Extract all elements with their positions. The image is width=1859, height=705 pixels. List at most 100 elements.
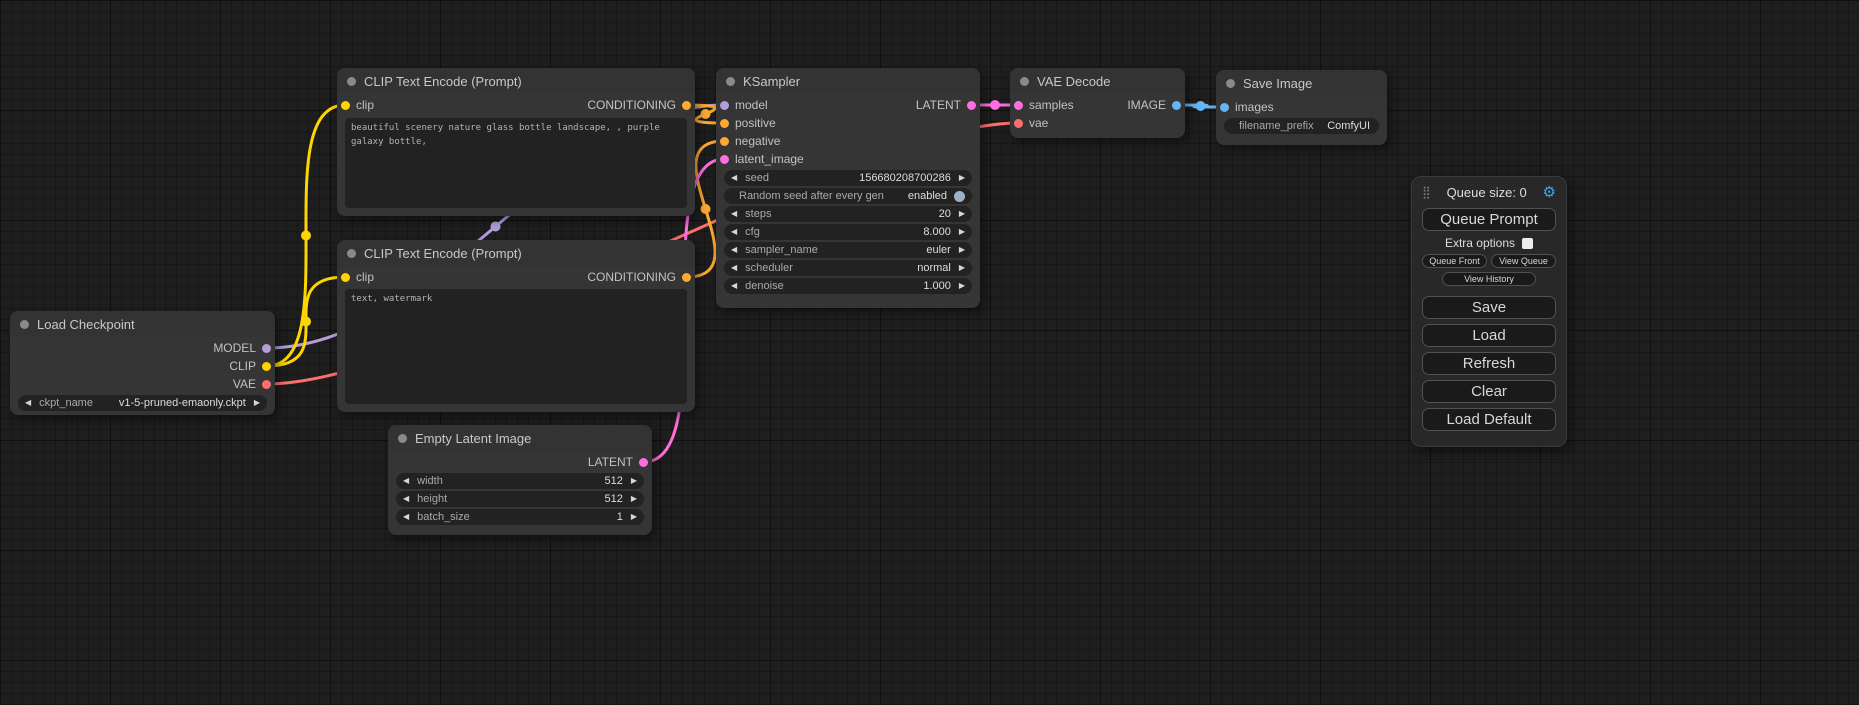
images-input-slot[interactable]: images bbox=[1216, 98, 1387, 116]
node-graph-canvas[interactable]: Load Checkpoint MODEL CLIP VAE ◀ ckpt bbox=[0, 0, 1859, 705]
node-title-bar[interactable]: VAE Decode bbox=[1010, 68, 1185, 94]
extra-options-checkbox[interactable] bbox=[1522, 238, 1533, 249]
node-title-bar[interactable]: Load Checkpoint bbox=[10, 311, 275, 337]
link-midpoint-dot[interactable] bbox=[1196, 101, 1206, 111]
model-output-slot[interactable]: MODEL bbox=[213, 339, 275, 357]
decrement-arrow-icon[interactable]: ◀ bbox=[403, 477, 409, 485]
increment-arrow-icon[interactable]: ▶ bbox=[959, 264, 965, 272]
clip-output-port[interactable] bbox=[262, 362, 271, 371]
increment-arrow-icon[interactable]: ▶ bbox=[631, 513, 637, 521]
conditioning-output-slot[interactable]: CONDITIONING bbox=[587, 96, 695, 114]
vae-output-slot[interactable]: VAE bbox=[233, 375, 275, 393]
node-save-image[interactable]: Save Image images filename_prefix ComfyU… bbox=[1216, 70, 1387, 145]
clip-input-port[interactable] bbox=[341, 273, 350, 282]
increment-arrow-icon[interactable]: ▶ bbox=[631, 477, 637, 485]
decrement-arrow-icon[interactable]: ◀ bbox=[731, 246, 737, 254]
images-input-port[interactable] bbox=[1220, 103, 1229, 112]
save-button[interactable]: Save bbox=[1422, 296, 1556, 319]
vae-input-slot[interactable]: vae bbox=[1010, 114, 1185, 132]
load-button[interactable]: Load bbox=[1422, 324, 1556, 347]
increment-arrow-icon[interactable]: ▶ bbox=[959, 210, 965, 218]
image-output-port[interactable] bbox=[1172, 101, 1181, 110]
node-title-bar[interactable]: KSampler bbox=[716, 68, 980, 94]
node-title-bar[interactable]: Save Image bbox=[1216, 70, 1387, 96]
clip-input-slot[interactable]: clip bbox=[337, 268, 374, 286]
increment-arrow-icon[interactable]: ▶ bbox=[959, 282, 965, 290]
positive-input-slot[interactable]: positive bbox=[716, 114, 804, 132]
drag-handle-icon[interactable]: ⣿ bbox=[1422, 185, 1431, 199]
image-output-slot[interactable]: IMAGE bbox=[1127, 96, 1185, 114]
decrement-arrow-icon[interactable]: ◀ bbox=[731, 210, 737, 218]
decrement-arrow-icon[interactable]: ◀ bbox=[25, 399, 31, 407]
negative-input-slot[interactable]: negative bbox=[716, 132, 804, 150]
ckpt-name-widget[interactable]: ◀ ckpt_name v1-5-pruned-emaonly.ckpt ▶ bbox=[18, 395, 267, 411]
node-ksampler[interactable]: KSampler model positive negative bbox=[716, 68, 980, 308]
latent-output-slot[interactable]: LATENT bbox=[588, 453, 652, 471]
increment-arrow-icon[interactable]: ▶ bbox=[254, 399, 260, 407]
random-seed-toggle[interactable]: Random seed after every gen enabled bbox=[724, 188, 972, 204]
sampler-name-widget[interactable]: ◀ sampler_name euler ▶ bbox=[724, 242, 972, 258]
filename-prefix-widget[interactable]: filename_prefix ComfyUI bbox=[1224, 118, 1379, 134]
link-midpoint-dot[interactable] bbox=[301, 231, 311, 241]
queue-prompt-button[interactable]: Queue Prompt bbox=[1422, 208, 1556, 231]
decrement-arrow-icon[interactable]: ◀ bbox=[403, 513, 409, 521]
node-clip-text-encode-positive[interactable]: CLIP Text Encode (Prompt) clip CONDITION… bbox=[337, 68, 695, 216]
increment-arrow-icon[interactable]: ▶ bbox=[959, 228, 965, 236]
negative-input-port[interactable] bbox=[720, 137, 729, 146]
conditioning-output-port[interactable] bbox=[682, 101, 691, 110]
model-output-port[interactable] bbox=[262, 344, 271, 353]
increment-arrow-icon[interactable]: ▶ bbox=[959, 246, 965, 254]
refresh-button[interactable]: Refresh bbox=[1422, 352, 1556, 375]
model-input-slot[interactable]: model bbox=[716, 96, 804, 114]
latent-image-input-port[interactable] bbox=[720, 155, 729, 164]
samples-input-slot[interactable]: samples bbox=[1010, 96, 1074, 114]
vae-output-port[interactable] bbox=[262, 380, 271, 389]
node-load-checkpoint[interactable]: Load Checkpoint MODEL CLIP VAE ◀ ckpt bbox=[10, 311, 275, 415]
model-input-port[interactable] bbox=[720, 101, 729, 110]
load-default-button[interactable]: Load Default bbox=[1422, 408, 1556, 431]
decrement-arrow-icon[interactable]: ◀ bbox=[731, 174, 737, 182]
node-vae-decode[interactable]: VAE Decode samples IMAGE vae bbox=[1010, 68, 1185, 138]
clip-input-slot[interactable]: clip bbox=[337, 96, 374, 114]
latent-output-port[interactable] bbox=[967, 101, 976, 110]
conditioning-output-slot[interactable]: CONDITIONING bbox=[587, 268, 695, 286]
steps-widget[interactable]: ◀ steps 20 ▶ bbox=[724, 206, 972, 222]
clip-output-slot[interactable]: CLIP bbox=[229, 357, 275, 375]
negative-prompt-textarea[interactable]: text, watermark bbox=[345, 289, 687, 404]
link-midpoint-dot[interactable] bbox=[990, 100, 1000, 110]
increment-arrow-icon[interactable]: ▶ bbox=[631, 495, 637, 503]
view-queue-button[interactable]: View Queue bbox=[1491, 254, 1556, 268]
positive-prompt-textarea[interactable]: beautiful scenery nature glass bottle la… bbox=[345, 118, 687, 208]
samples-input-port[interactable] bbox=[1014, 101, 1023, 110]
node-clip-text-encode-negative[interactable]: CLIP Text Encode (Prompt) clip CONDITION… bbox=[337, 240, 695, 412]
batch-size-widget[interactable]: ◀ batch_size 1 ▶ bbox=[396, 509, 644, 525]
clip-input-port[interactable] bbox=[341, 101, 350, 110]
decrement-arrow-icon[interactable]: ◀ bbox=[403, 495, 409, 503]
node-title-bar[interactable]: Empty Latent Image bbox=[388, 425, 652, 451]
link-midpoint-dot[interactable] bbox=[491, 222, 501, 232]
height-widget[interactable]: ◀ height 512 ▶ bbox=[396, 491, 644, 507]
decrement-arrow-icon[interactable]: ◀ bbox=[731, 228, 737, 236]
link-midpoint-dot[interactable] bbox=[301, 317, 311, 327]
clear-button[interactable]: Clear bbox=[1422, 380, 1556, 403]
link-midpoint-dot[interactable] bbox=[701, 109, 711, 119]
node-title-bar[interactable]: CLIP Text Encode (Prompt) bbox=[337, 240, 695, 266]
link-midpoint-dot[interactable] bbox=[701, 204, 711, 214]
toggle-knob-icon[interactable] bbox=[954, 191, 965, 202]
seed-widget[interactable]: ◀ seed 156680208700286 ▶ bbox=[724, 170, 972, 186]
latent-output-port[interactable] bbox=[639, 458, 648, 467]
node-empty-latent-image[interactable]: Empty Latent Image LATENT ◀ width 512 ▶ … bbox=[388, 425, 652, 535]
scheduler-widget[interactable]: ◀ scheduler normal ▶ bbox=[724, 260, 972, 276]
cfg-widget[interactable]: ◀ cfg 8.000 ▶ bbox=[724, 224, 972, 240]
view-history-button[interactable]: View History bbox=[1442, 272, 1536, 286]
decrement-arrow-icon[interactable]: ◀ bbox=[731, 264, 737, 272]
conditioning-output-port[interactable] bbox=[682, 273, 691, 282]
node-title-bar[interactable]: CLIP Text Encode (Prompt) bbox=[337, 68, 695, 94]
queue-front-button[interactable]: Queue Front bbox=[1422, 254, 1487, 268]
denoise-widget[interactable]: ◀ denoise 1.000 ▶ bbox=[724, 278, 972, 294]
increment-arrow-icon[interactable]: ▶ bbox=[959, 174, 965, 182]
latent-output-slot[interactable]: LATENT bbox=[916, 96, 980, 114]
positive-input-port[interactable] bbox=[720, 119, 729, 128]
vae-input-port[interactable] bbox=[1014, 119, 1023, 128]
width-widget[interactable]: ◀ width 512 ▶ bbox=[396, 473, 644, 489]
